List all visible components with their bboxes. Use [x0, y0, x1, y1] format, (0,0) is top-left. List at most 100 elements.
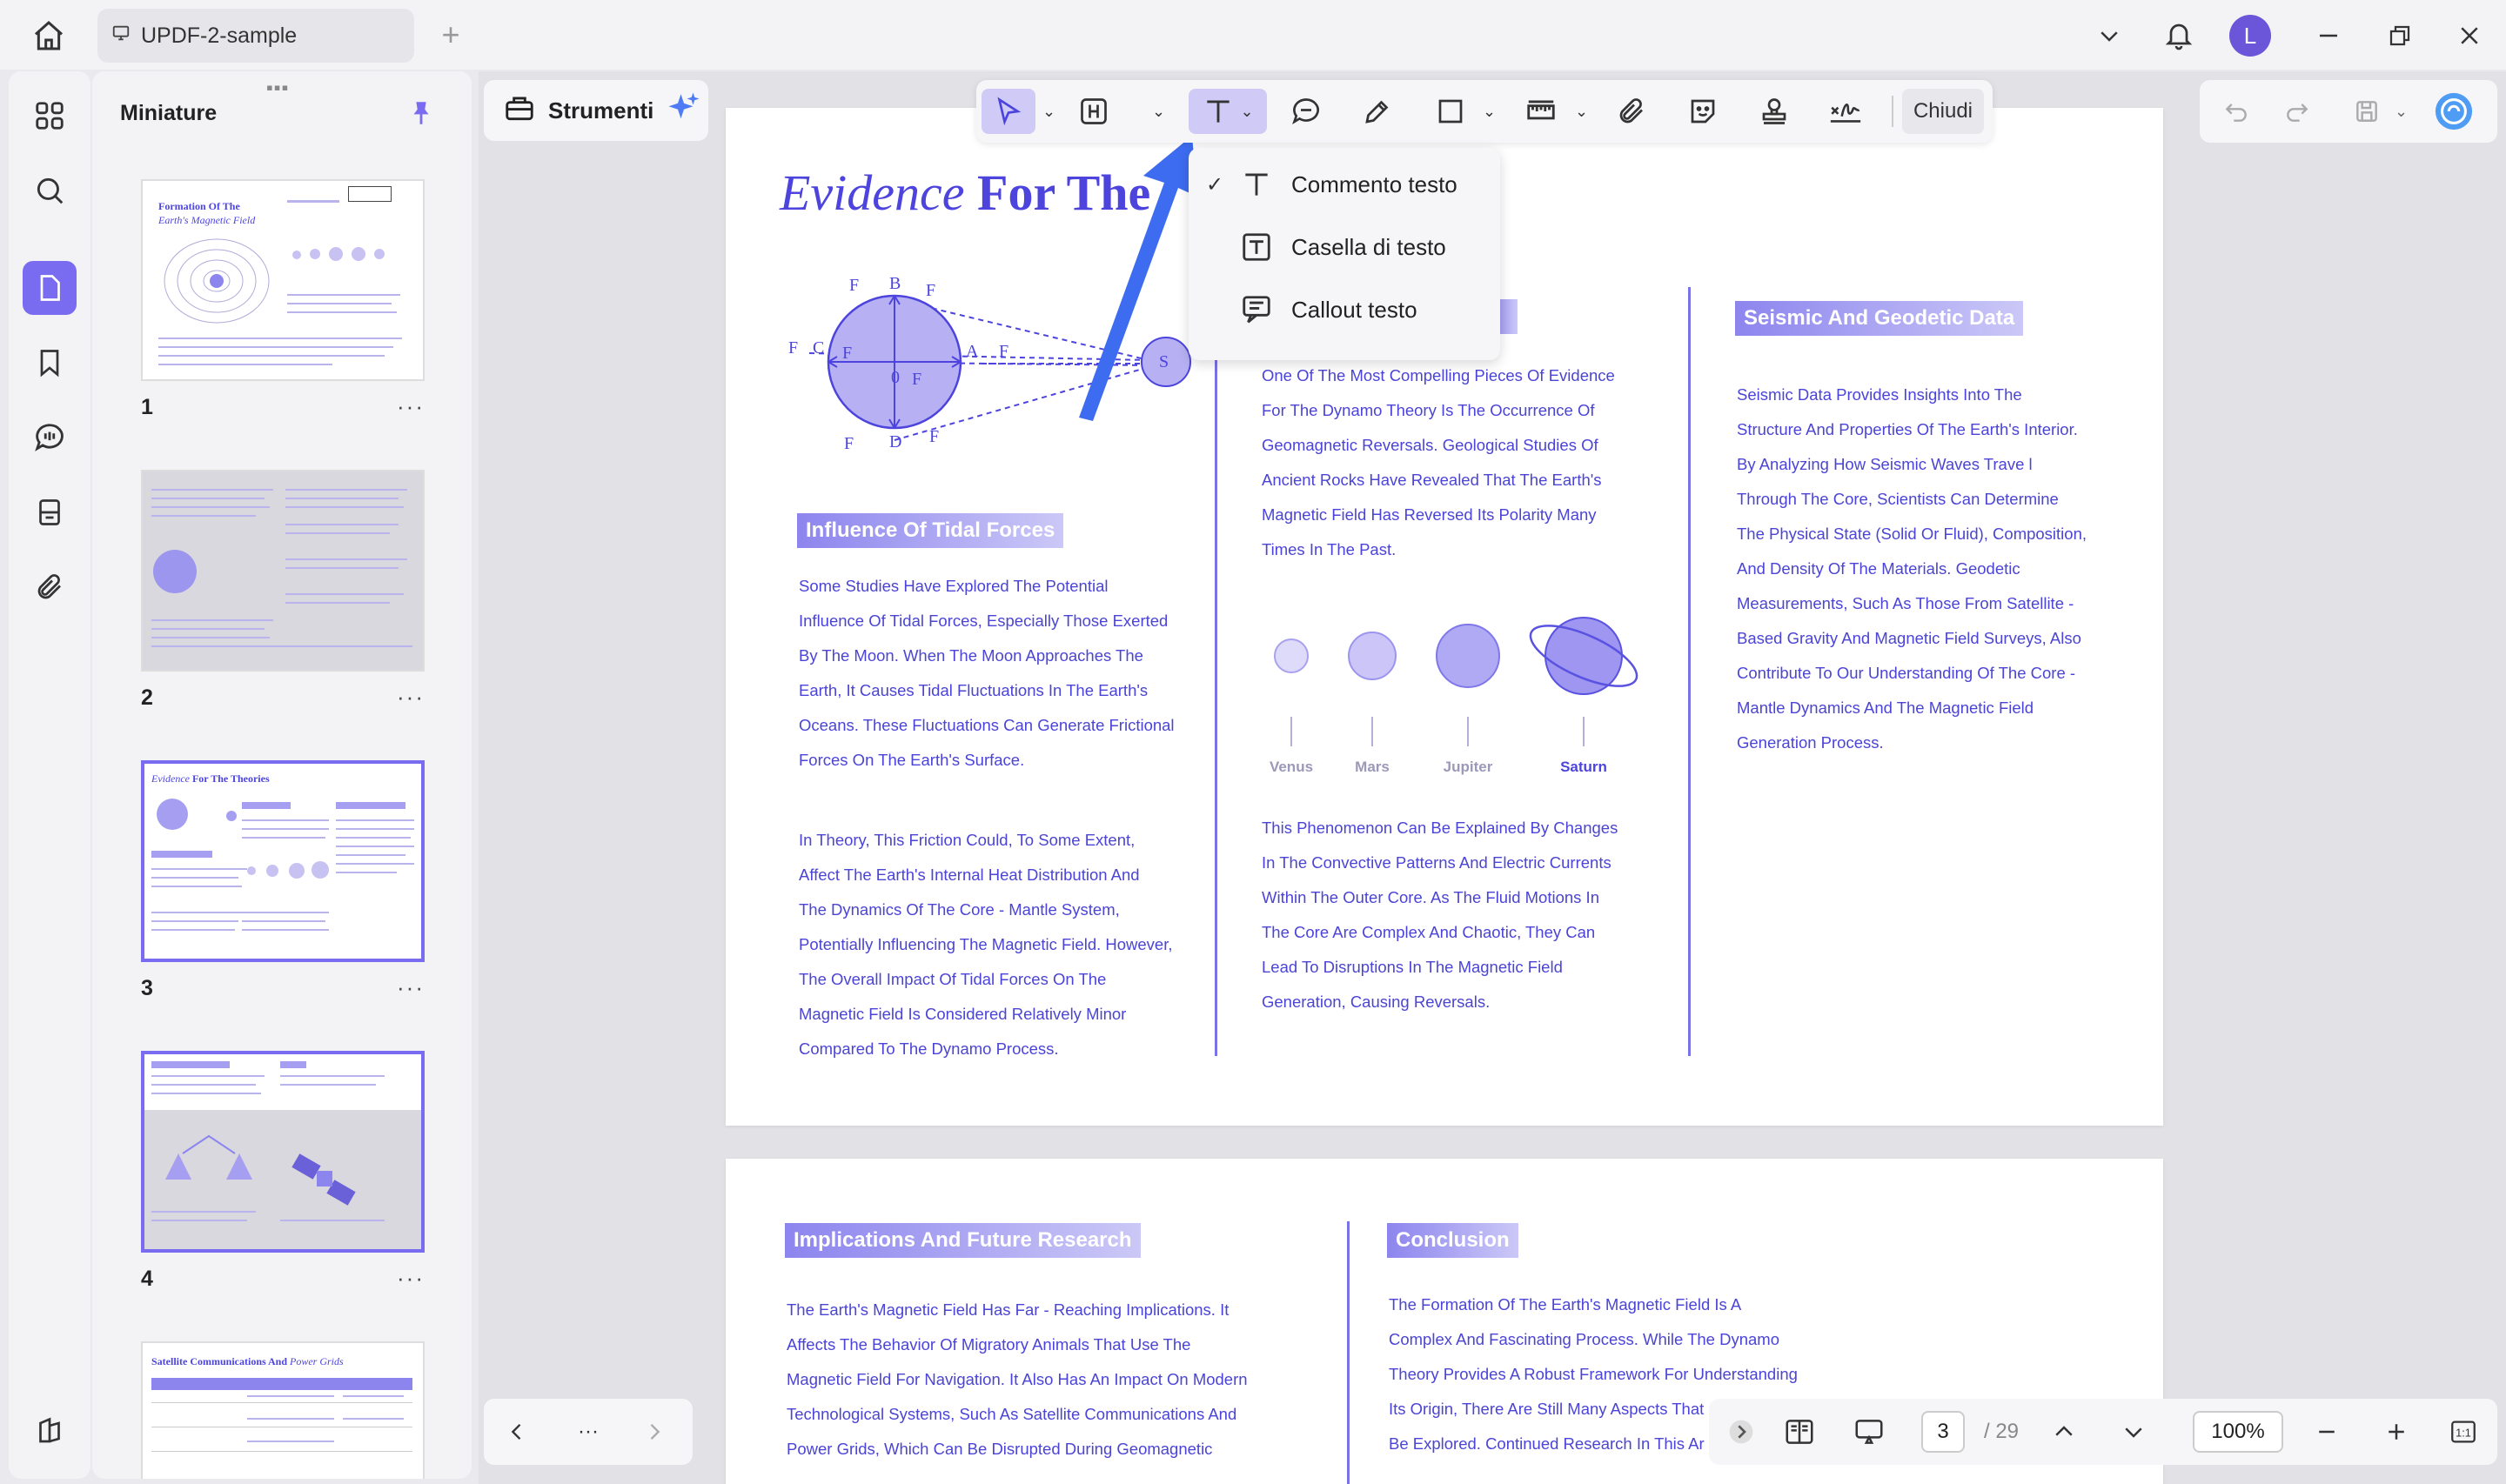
menu-item-text-comment[interactable]: ✓ Commento testo [1189, 157, 1500, 212]
bookmark-icon[interactable] [23, 336, 77, 390]
chevron-down-icon[interactable] [2085, 12, 2134, 59]
user-avatar[interactable]: L [2226, 12, 2275, 59]
column-divider-1 [1215, 287, 1217, 1056]
theme-icon[interactable] [23, 1404, 77, 1458]
text-callout-icon [1237, 291, 1276, 329]
layers-icon[interactable] [23, 485, 77, 539]
attach-tool[interactable] [1606, 89, 1657, 134]
influence-heading: Influence Of Tidal Forces [797, 513, 1064, 548]
thumbnail-more-3[interactable]: ··· [397, 974, 425, 1001]
pencil-tool[interactable] [1352, 89, 1403, 134]
previous-page-icon[interactable] [499, 1409, 534, 1454]
history-panel: ⌄ [2200, 80, 2497, 143]
thumbnail-box [348, 186, 392, 202]
search-icon[interactable] [23, 164, 77, 217]
seismic-paragraph: Seismic Data Provides Insights Into The … [1737, 385, 2087, 752]
highlight-chevron-icon[interactable]: ⌄ [1152, 103, 1165, 121]
pin-icon[interactable] [402, 94, 440, 132]
text-tool[interactable]: ⌄ [1189, 89, 1267, 134]
middle-paragraph-1: One Of The Most Compelling Pieces Of Evi… [1262, 366, 1615, 558]
more-options-icon[interactable]: ··· [567, 1409, 609, 1454]
save-chevron-icon[interactable]: ⌄ [2395, 103, 2408, 121]
actual-size-icon[interactable]: 1:1 [2442, 1409, 2485, 1454]
svg-text:F: F [926, 281, 935, 300]
apps-grid-icon[interactable] [23, 89, 77, 143]
select-chevron-icon[interactable]: ⌄ [1042, 103, 1055, 121]
ai-assistant-icon[interactable] [2428, 89, 2480, 134]
thumbnail-page-4[interactable] [141, 1051, 425, 1253]
select-cursor-tool[interactable] [982, 89, 1035, 134]
column-divider-2 [1688, 287, 1691, 1056]
minimize-icon[interactable] [2304, 12, 2353, 59]
thumbnail-number-2: 2 [141, 685, 153, 710]
page-layout-icon[interactable] [1773, 1409, 1826, 1454]
measure-chevron-icon[interactable]: ⌄ [1575, 103, 1588, 121]
menu-item-text-callout[interactable]: Callout testo [1189, 282, 1500, 338]
thumbnail-more-1[interactable]: ··· [397, 393, 425, 420]
comments-icon[interactable] [23, 411, 77, 465]
monitor-icon [111, 23, 131, 49]
menu-item-label: Commento testo [1291, 170, 1457, 197]
svg-text:F: F [999, 342, 1008, 361]
thumbnail-heading: Formation Of The [158, 200, 240, 212]
ai-sparkle-icon[interactable] [666, 90, 702, 132]
presentation-icon[interactable] [1843, 1409, 1895, 1454]
zoom-out-icon[interactable] [2306, 1409, 2348, 1454]
svg-text:C: C [813, 338, 824, 358]
thumbnail-field-diagram [164, 238, 270, 324]
svg-text:A: A [966, 342, 979, 361]
menu-item-text-box[interactable]: Casella di testo [1189, 219, 1500, 275]
text-comment-icon [1237, 165, 1276, 204]
highlight-tool[interactable] [1069, 89, 1119, 134]
shape-chevron-icon[interactable]: ⌄ [1483, 103, 1496, 121]
thumbnails-page-icon[interactable] [23, 261, 77, 315]
thumbnail-more-4[interactable]: ··· [397, 1265, 425, 1292]
annotation-toolbar: ⌄ ⌄ ⌄ ⌄ ⌄ Chiudi [976, 80, 1993, 143]
thumbnail-page-3[interactable]: Evidence For The Theories [141, 760, 425, 962]
svg-text:F: F [849, 276, 859, 295]
svg-text:F: F [844, 434, 854, 453]
thumbnail-page-1[interactable]: Formation Of The Earth's Magnetic Field [141, 179, 425, 381]
current-page-input[interactable]: 3 [1921, 1411, 1965, 1453]
left-tool-rail [9, 71, 90, 1479]
thumbnail-more-2[interactable]: ··· [397, 684, 425, 711]
svg-text:1:1: 1:1 [2456, 1427, 2471, 1440]
avatar-letter: L [2229, 15, 2271, 57]
sticker-tool[interactable] [1678, 89, 1728, 134]
save-icon[interactable] [2342, 89, 2391, 134]
zoom-level[interactable]: 100% [2193, 1411, 2283, 1453]
attachment-icon[interactable] [23, 560, 77, 614]
planet-label-venus: Venus [1269, 759, 1314, 775]
close-window-icon[interactable] [2445, 12, 2494, 59]
next-page-icon[interactable] [637, 1409, 672, 1454]
text-tool-menu: ✓ Commento testo Casella di testo Callou… [1189, 148, 1500, 360]
document-tab[interactable]: UPDF-2-sample [97, 9, 414, 63]
comment-tool[interactable] [1281, 89, 1331, 134]
seismic-heading: Seismic And Geodetic Data [1735, 301, 2024, 336]
tools-button[interactable]: Strumenti [484, 80, 708, 141]
home-icon[interactable] [24, 14, 73, 57]
middle-paragraph-2: This Phenomenon Can Be Explained By Chan… [1262, 819, 1618, 1011]
text-tool-chevron-icon[interactable]: ⌄ [1240, 103, 1253, 121]
notification-bell-icon[interactable] [2154, 12, 2203, 59]
measure-tool[interactable] [1516, 89, 1566, 134]
restore-icon[interactable] [2375, 12, 2424, 59]
undo-icon[interactable] [2212, 89, 2261, 134]
zoom-in-icon[interactable] [2375, 1409, 2417, 1454]
menu-item-label: Casella di testo [1291, 233, 1446, 260]
thumbnail-page-5[interactable]: Satellite Communications And Power Grids [141, 1341, 425, 1479]
thumbnail-page-2[interactable] [141, 470, 425, 672]
collapse-icon[interactable] [1725, 1409, 1758, 1454]
svg-text:0: 0 [891, 368, 900, 387]
page-down-icon[interactable] [2113, 1409, 2154, 1454]
thumbnail-panel: ▪▪▪ Miniature Formation Of The Earth's M… [92, 71, 472, 1479]
close-tools-button[interactable]: Chiudi [1902, 89, 1984, 134]
redo-icon[interactable] [2273, 89, 2322, 134]
svg-text:F: F [929, 427, 939, 446]
new-tab-icon[interactable]: + [432, 16, 470, 54]
stamp-tool[interactable] [1749, 89, 1799, 134]
signature-tool[interactable] [1819, 89, 1873, 134]
panel-drag-handle[interactable]: ▪▪▪ [266, 77, 289, 99]
shape-tool[interactable] [1425, 89, 1476, 134]
page-up-icon[interactable] [2043, 1409, 2085, 1454]
